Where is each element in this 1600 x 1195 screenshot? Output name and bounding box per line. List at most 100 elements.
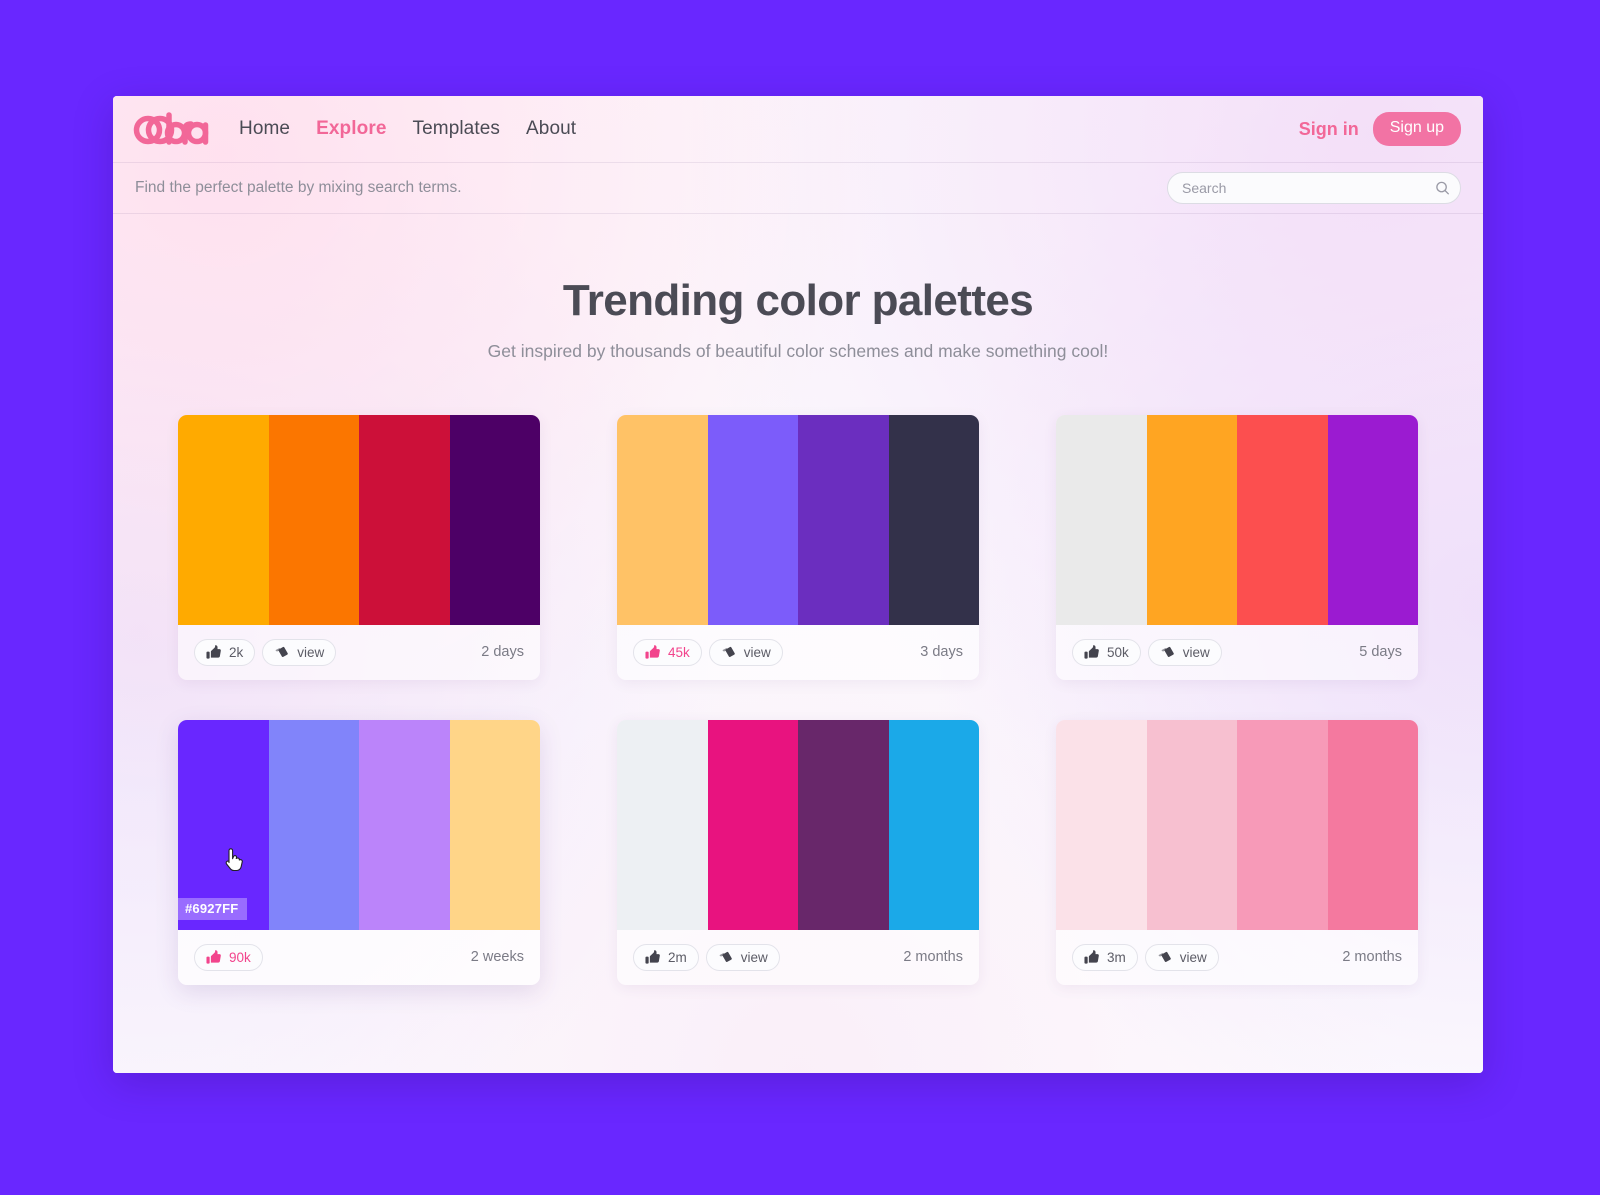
color-swatch[interactable]	[1237, 719, 1328, 930]
color-swatch[interactable]	[888, 719, 979, 930]
view-label: view	[1179, 949, 1207, 965]
palette-card[interactable]: 50k view 5 days	[1056, 414, 1418, 680]
color-swatch[interactable]	[359, 414, 450, 625]
thumbs-up-icon	[1084, 644, 1099, 660]
nav-link-explore[interactable]: Explore	[316, 118, 386, 140]
time-ago: 2 months	[1342, 949, 1402, 966]
palette-card[interactable]: #6927FF 90k 2 weeks	[178, 719, 540, 985]
app-window: Home Explore Templates About Sign in Sig…	[113, 96, 1483, 1073]
color-swatch[interactable]	[1237, 414, 1328, 625]
thumbs-up-icon	[645, 949, 660, 965]
palette-swatches	[1056, 719, 1418, 930]
thumbs-up-icon	[206, 949, 221, 965]
search-input[interactable]	[1167, 172, 1461, 204]
color-swatch[interactable]	[449, 719, 540, 930]
nav-link-about[interactable]: About	[526, 118, 576, 140]
view-button[interactable]: view	[1147, 638, 1222, 666]
like-button[interactable]: 50k	[1072, 638, 1141, 666]
color-swatch[interactable]	[268, 414, 359, 625]
like-button[interactable]: 90k	[194, 943, 263, 971]
palette-swatches	[178, 414, 540, 625]
nav-links: Home Explore Templates About	[239, 118, 576, 140]
like-count: 90k	[229, 949, 251, 965]
sign-in-link[interactable]: Sign in	[1299, 119, 1359, 140]
tagline: Find the perfect palette by mixing searc…	[135, 179, 462, 196]
time-ago: 2 weeks	[470, 949, 524, 966]
time-ago: 2 days	[481, 644, 524, 661]
like-button[interactable]: 2k	[194, 638, 256, 666]
view-label: view	[1182, 644, 1210, 660]
nav-link-home[interactable]: Home	[239, 118, 290, 140]
color-swatch[interactable]	[707, 719, 798, 930]
like-button[interactable]: 2m	[633, 943, 699, 971]
like-count: 50k	[1107, 644, 1129, 660]
color-swatch[interactable]	[1146, 414, 1237, 625]
view-button[interactable]: view	[1144, 943, 1219, 971]
search-icon[interactable]	[1435, 181, 1450, 196]
color-swatch[interactable]	[1056, 719, 1147, 930]
page-title: Trending color palettes	[562, 276, 1034, 325]
time-ago: 5 days	[1359, 644, 1402, 661]
color-swatch[interactable]	[798, 719, 889, 930]
palette-card-footer: 3m view 2 months	[1056, 930, 1418, 985]
like-button[interactable]: 3m	[1072, 943, 1138, 971]
layers-icon	[274, 645, 289, 660]
time-ago: 2 months	[903, 949, 963, 966]
thumbs-up-icon	[1084, 949, 1099, 965]
search-box	[1167, 172, 1461, 204]
nav-right-actions: Sign in Sign up	[1299, 112, 1461, 146]
nav-link-templates[interactable]: Templates	[413, 118, 501, 140]
like-count: 3m	[1107, 949, 1126, 965]
color-swatch[interactable]	[617, 414, 708, 625]
sign-up-button[interactable]: Sign up	[1372, 112, 1461, 146]
color-swatch[interactable]	[707, 414, 798, 625]
like-count: 2k	[229, 644, 244, 660]
palette-card-footer: 2k view 2 days	[178, 625, 540, 680]
thumbs-up-icon	[206, 644, 221, 660]
time-ago: 3 days	[920, 644, 963, 661]
color-swatch[interactable]	[449, 414, 540, 625]
view-label: view	[743, 644, 771, 660]
palette-card-footer: 90k 2 weeks	[178, 930, 540, 985]
layers-icon	[718, 950, 733, 965]
view-button[interactable]: view	[708, 638, 783, 666]
color-swatch[interactable]	[617, 719, 708, 930]
like-count: 45k	[668, 644, 690, 660]
color-swatch[interactable]	[268, 719, 359, 930]
palette-swatches: #6927FF	[178, 719, 540, 930]
color-swatch[interactable]	[178, 414, 269, 625]
color-swatch[interactable]	[798, 414, 889, 625]
page-subtitle: Get inspired by thousands of beautiful c…	[487, 341, 1109, 361]
color-swatch[interactable]	[1327, 414, 1418, 625]
palette-card[interactable]: 2k view 2 days	[178, 414, 540, 680]
cobra-logo[interactable]	[131, 109, 211, 149]
layers-icon	[721, 645, 736, 660]
like-count: 2m	[668, 949, 687, 965]
palette-card-footer: 45k view 3 days	[617, 625, 979, 680]
view-label: view	[740, 949, 768, 965]
palette-swatches	[617, 719, 979, 930]
palette-card[interactable]: 2m view 2 months	[617, 719, 979, 985]
palette-card-footer: 2m view 2 months	[617, 930, 979, 985]
view-button[interactable]: view	[262, 638, 337, 666]
color-swatch[interactable]	[888, 414, 979, 625]
subbar: Find the perfect palette by mixing searc…	[113, 162, 1483, 214]
view-button[interactable]: view	[705, 943, 780, 971]
palette-card[interactable]: 3m view 2 months	[1056, 719, 1418, 985]
color-swatch[interactable]	[1327, 719, 1418, 930]
color-swatch[interactable]	[1146, 719, 1237, 930]
thumbs-up-icon	[645, 644, 660, 660]
hero: Trending color palettes Get inspired by …	[113, 214, 1483, 363]
navbar: Home Explore Templates About Sign in Sig…	[113, 96, 1483, 162]
color-swatch[interactable]	[1056, 414, 1147, 625]
palette-card-footer: 50k view 5 days	[1056, 625, 1418, 680]
palette-swatches	[617, 414, 979, 625]
layers-icon	[1160, 645, 1175, 660]
view-label: view	[297, 644, 325, 660]
color-swatch[interactable]	[359, 719, 450, 930]
palette-grid: 2k view 2 days 45k view 3 days 50k view 5 days #6…	[178, 414, 1418, 985]
layers-icon	[1157, 950, 1172, 965]
like-button[interactable]: 45k	[633, 638, 702, 666]
palette-card[interactable]: 45k view 3 days	[617, 414, 979, 680]
hex-code-tooltip: #6927FF	[178, 897, 248, 920]
